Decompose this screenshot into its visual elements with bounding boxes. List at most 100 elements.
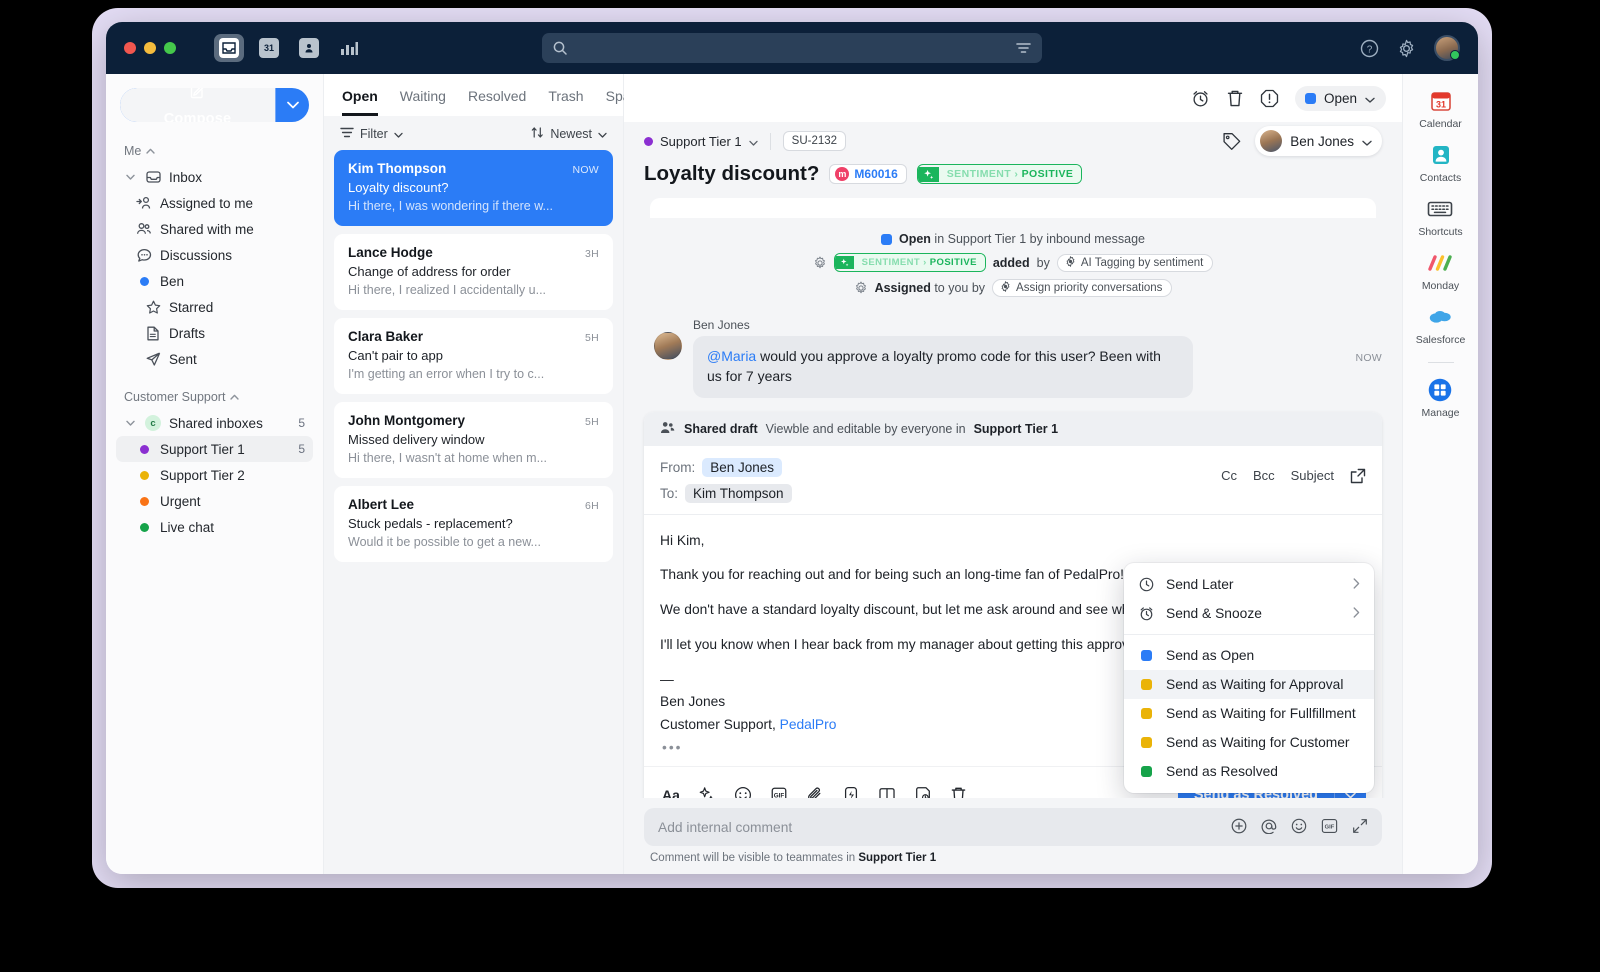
sidebar-group-customer-support[interactable]: Customer Support <box>116 386 313 410</box>
emoji-icon[interactable] <box>1291 818 1307 837</box>
chevron-down-icon[interactable] <box>124 420 137 426</box>
sidebar-item-urgent[interactable]: Urgent <box>116 488 313 514</box>
attachment-icon[interactable] <box>806 786 824 798</box>
menu-item-send-as-waiting-for-customer[interactable]: Send as Waiting for Customer <box>1124 728 1374 757</box>
emoji-icon[interactable] <box>734 786 752 798</box>
rail-item-calendar[interactable]: 31 Calendar <box>1419 88 1462 130</box>
sentiment-tag[interactable]: SENTIMENT › POSITIVE <box>916 164 1083 184</box>
rail-item-shortcuts[interactable]: Shortcuts <box>1418 196 1463 238</box>
tab-waiting[interactable]: Waiting <box>400 88 446 116</box>
sidebar-item-assigned-to-me[interactable]: Assigned to me <box>116 190 313 216</box>
conversation-item-lance-hodge[interactable]: Lance Hodge 3H Change of address for ord… <box>334 234 613 310</box>
sidebar-item-starred[interactable]: Starred <box>116 294 313 320</box>
sidebar-item-shared-inboxes[interactable]: c Shared inboxes 5 <box>116 410 313 436</box>
sidebar-item-inbox[interactable]: Inbox <box>116 164 313 190</box>
menu-item-send-as-resolved[interactable]: Send as Resolved <box>1124 757 1374 786</box>
conversation-preview: I'm getting an error when I try to c... <box>348 367 545 381</box>
conversation-item-clara-baker[interactable]: Clara Baker 5H Can't pair to app I'm get… <box>334 318 613 394</box>
rail-item-monday[interactable]: Monday <box>1422 250 1459 292</box>
shared-draft-composer: Shared draft Viewble and editable by eve… <box>644 411 1382 798</box>
rail-item-label: Salesforce <box>1415 334 1466 346</box>
sidebar-item-sent[interactable]: Sent <box>116 346 313 372</box>
conversation-item-kim-thompson[interactable]: Kim Thompson NOW Loyalty discount? Hi th… <box>334 150 613 226</box>
snooze-icon[interactable] <box>1191 89 1210 108</box>
contacts-app-icon[interactable] <box>294 34 324 62</box>
compose-main[interactable]: Compose <box>120 88 275 122</box>
sidebar-item-live-chat[interactable]: Live chat <box>116 514 313 540</box>
menu-item-send-as-waiting-for-approval[interactable]: Send as Waiting for Approval <box>1124 670 1374 700</box>
sidebar-item-drafts[interactable]: Drafts <box>116 320 313 346</box>
message-thread[interactable]: Open in Support Tier 1 by inbound messag… <box>624 198 1402 798</box>
minimize-window-button[interactable] <box>144 42 156 54</box>
tab-resolved[interactable]: Resolved <box>468 88 526 116</box>
rail-item-salesforce[interactable]: Salesforce <box>1415 304 1466 346</box>
popout-icon[interactable] <box>1350 468 1366 484</box>
save-template-icon[interactable] <box>914 786 932 798</box>
automation-pill[interactable]: Assign priority conversations <box>992 279 1173 297</box>
company-link[interactable]: PedalPro <box>780 717 837 732</box>
calendar-app-icon[interactable]: 31 <box>254 34 284 62</box>
maximize-window-button[interactable] <box>164 42 176 54</box>
inbox-selector[interactable]: Support Tier 1 <box>644 134 758 149</box>
inbox-app-icon[interactable] <box>214 34 244 62</box>
reports-app-icon[interactable] <box>334 34 364 62</box>
tab-open[interactable]: Open <box>342 88 378 116</box>
cc-button[interactable]: Cc <box>1221 468 1237 483</box>
sidebar-item-shared-with-me[interactable]: Shared with me <box>116 216 313 242</box>
bcc-button[interactable]: Bcc <box>1253 468 1275 483</box>
expand-icon[interactable] <box>1352 818 1368 837</box>
chevron-right-icon <box>1353 577 1360 592</box>
compose-button[interactable]: Compose <box>120 88 309 122</box>
assignee-dropdown[interactable]: Ben Jones <box>1255 126 1382 156</box>
format-text-icon[interactable]: Aa <box>662 787 680 798</box>
sort-button[interactable]: Newest <box>531 127 607 141</box>
sidebar-item-discussions[interactable]: Discussions <box>116 242 313 268</box>
spam-icon[interactable] <box>1260 89 1279 108</box>
global-search[interactable] <box>542 33 1042 63</box>
compose-dropdown-button[interactable] <box>275 88 309 122</box>
rail-item-manage[interactable]: Manage <box>1422 377 1459 419</box>
internal-comment-input[interactable]: Add internal comment GIF <box>644 808 1382 846</box>
chevron-down-icon[interactable] <box>124 174 137 180</box>
sidebar-item-support-tier-1[interactable]: Support Tier 1 5 <box>116 436 313 462</box>
conversation-list[interactable]: Kim Thompson NOW Loyalty discount? Hi th… <box>324 150 623 874</box>
sidebar-item-support-tier-2[interactable]: Support Tier 2 <box>116 462 313 488</box>
mention-link[interactable]: @Maria <box>707 348 756 364</box>
from-token[interactable]: Ben Jones <box>702 457 783 477</box>
sentiment-text: POSITIVE <box>929 257 977 268</box>
gif-icon[interactable]: GIF <box>770 786 788 798</box>
merchant-id-chip[interactable]: m M60016 <box>829 164 907 184</box>
tag-icon[interactable] <box>1222 132 1241 151</box>
menu-item-send-and-snooze[interactable]: Send & Snooze <box>1124 599 1374 628</box>
gif-icon[interactable]: GIF <box>1321 818 1338 837</box>
delete-draft-icon[interactable] <box>950 786 967 798</box>
filter-button[interactable]: Filter <box>340 127 403 141</box>
automation-pill[interactable]: AI Tagging by sentiment <box>1056 253 1214 272</box>
add-attachment-icon[interactable] <box>1231 818 1247 837</box>
conversation-item-john-montgomery[interactable]: John Montgomery 5H Missed delivery windo… <box>334 402 613 478</box>
rail-item-contacts[interactable]: Contacts <box>1420 142 1461 184</box>
app-body: Compose Me Inbox Assigned to me Shared w… <box>106 74 1478 874</box>
to-token[interactable]: Kim Thompson <box>685 483 792 503</box>
tab-trash[interactable]: Trash <box>548 88 583 116</box>
search-filter-icon[interactable] <box>1016 42 1031 54</box>
search-input[interactable] <box>575 41 1008 55</box>
trash-icon[interactable] <box>1226 89 1244 108</box>
sidebar-item-ben[interactable]: Ben <box>116 268 313 294</box>
user-avatar[interactable] <box>1434 35 1460 61</box>
sidebar-group-me[interactable]: Me <box>116 140 313 164</box>
settings-gear-icon[interactable] <box>1397 39 1416 58</box>
menu-item-send-later[interactable]: Send Later <box>1124 570 1374 599</box>
menu-item-send-as-open[interactable]: Send as Open <box>1124 641 1374 670</box>
close-window-button[interactable] <box>124 42 136 54</box>
mention-icon[interactable] <box>1261 818 1277 837</box>
ticket-id-badge[interactable]: SU-2132 <box>782 131 847 151</box>
conversation-item-albert-lee[interactable]: Albert Lee 6H Stuck pedals - replacement… <box>334 486 613 562</box>
knowledge-base-icon[interactable] <box>878 786 896 798</box>
subject-button[interactable]: Subject <box>1291 468 1334 483</box>
status-dropdown[interactable]: Open <box>1294 85 1386 111</box>
menu-item-send-as-waiting-for-fullfillment[interactable]: Send as Waiting for Fullfillment <box>1124 699 1374 728</box>
snippet-icon[interactable] <box>842 786 860 798</box>
help-icon[interactable]: ? <box>1360 39 1379 58</box>
ai-sparkle-icon[interactable] <box>698 786 716 798</box>
